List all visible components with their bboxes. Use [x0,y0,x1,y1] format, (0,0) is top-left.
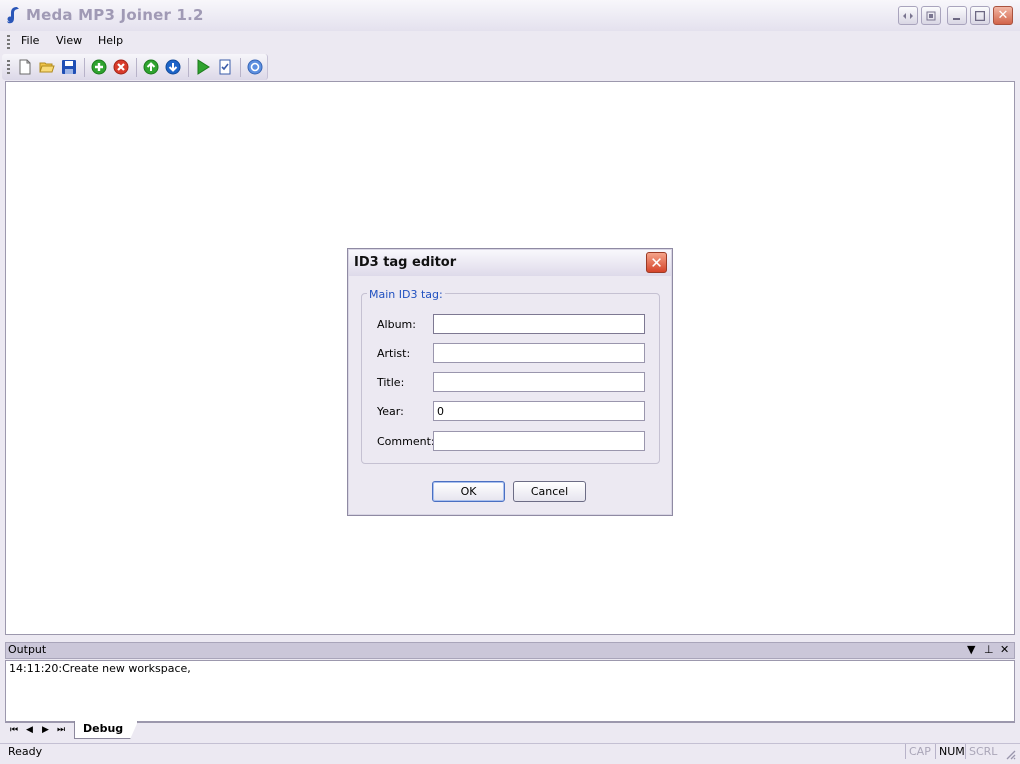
status-separator [905,744,906,759]
tab-prev-icon[interactable]: ◀ [26,725,33,735]
menu-help[interactable]: Help [98,34,123,47]
scrl-indicator: SCRL [969,745,998,758]
id3-tag-editor-dialog: ID3 tag editor ✕ Main ID3 tag: Album: Ar… [347,248,673,516]
save-icon[interactable] [61,59,77,75]
artist-input[interactable] [433,343,645,363]
toolbar-grip-icon[interactable] [7,60,10,74]
status-separator [965,744,966,759]
app-logo-icon [7,7,19,24]
tab-last-icon[interactable]: ⏭ [57,725,65,735]
close-button[interactable]: ✕ [993,6,1013,25]
tab-next-icon[interactable]: ▶ [42,725,49,735]
output-pin-icon[interactable]: ⊥ [984,643,994,656]
menu-file[interactable]: File [21,34,39,47]
toolbar-separator [84,58,85,77]
artist-label: Artist: [377,347,411,360]
group-label: Main ID3 tag: [367,288,445,301]
status-bar [0,743,1020,764]
album-label: Album: [377,318,416,331]
output-panel-title: Output [8,643,47,656]
output-dropdown-icon[interactable]: ▼ [967,643,975,656]
window-title: Meda MP3 Joiner 1.2 [26,6,204,24]
menu-grip-icon[interactable] [7,35,10,49]
output-tab-strip [5,722,1015,742]
title-input[interactable] [433,372,645,392]
menu-view[interactable]: View [56,34,82,47]
year-input[interactable] [433,401,645,421]
album-input[interactable] [433,314,645,334]
title-label: Title: [377,376,405,389]
ok-button[interactable]: OK [432,481,505,502]
cap-indicator: CAP [909,745,931,758]
new-file-icon[interactable] [17,59,33,75]
move-down-icon[interactable] [165,59,181,75]
minimize-button[interactable] [947,6,967,25]
restore-arrows-icon[interactable] [898,6,918,25]
status-text: Ready [8,745,43,758]
toolbar-separator [188,58,189,77]
num-indicator: NUM [939,745,965,758]
move-up-icon[interactable] [143,59,159,75]
help-icon[interactable] [247,59,263,75]
year-label: Year: [377,405,404,418]
status-separator [935,744,936,759]
maximize-button[interactable] [970,6,990,25]
menu-bar [0,31,1020,53]
tab-first-icon[interactable]: ⏮ [10,725,18,735]
dialog-title: ID3 tag editor [354,255,457,270]
output-close-icon[interactable]: ✕ [1000,643,1009,656]
add-icon[interactable] [91,59,107,75]
toolbar-separator [136,58,137,77]
rollup-window-icon[interactable] [921,6,941,25]
remove-icon[interactable] [113,59,129,75]
checklist-icon[interactable] [217,59,233,75]
comment-label: Comment: [377,435,435,448]
cancel-button[interactable]: Cancel [513,481,586,502]
resize-grip-icon[interactable] [1004,748,1016,760]
comment-input[interactable] [433,431,645,451]
toolbar-separator [240,58,241,77]
play-icon[interactable] [195,59,211,75]
open-folder-icon[interactable] [39,59,55,75]
dialog-close-button[interactable]: ✕ [646,252,667,273]
tab-debug[interactable]: Debug [74,721,138,739]
output-log-line: 14:11:20:Create new workspace, [9,662,191,675]
output-panel-header [5,642,1015,659]
